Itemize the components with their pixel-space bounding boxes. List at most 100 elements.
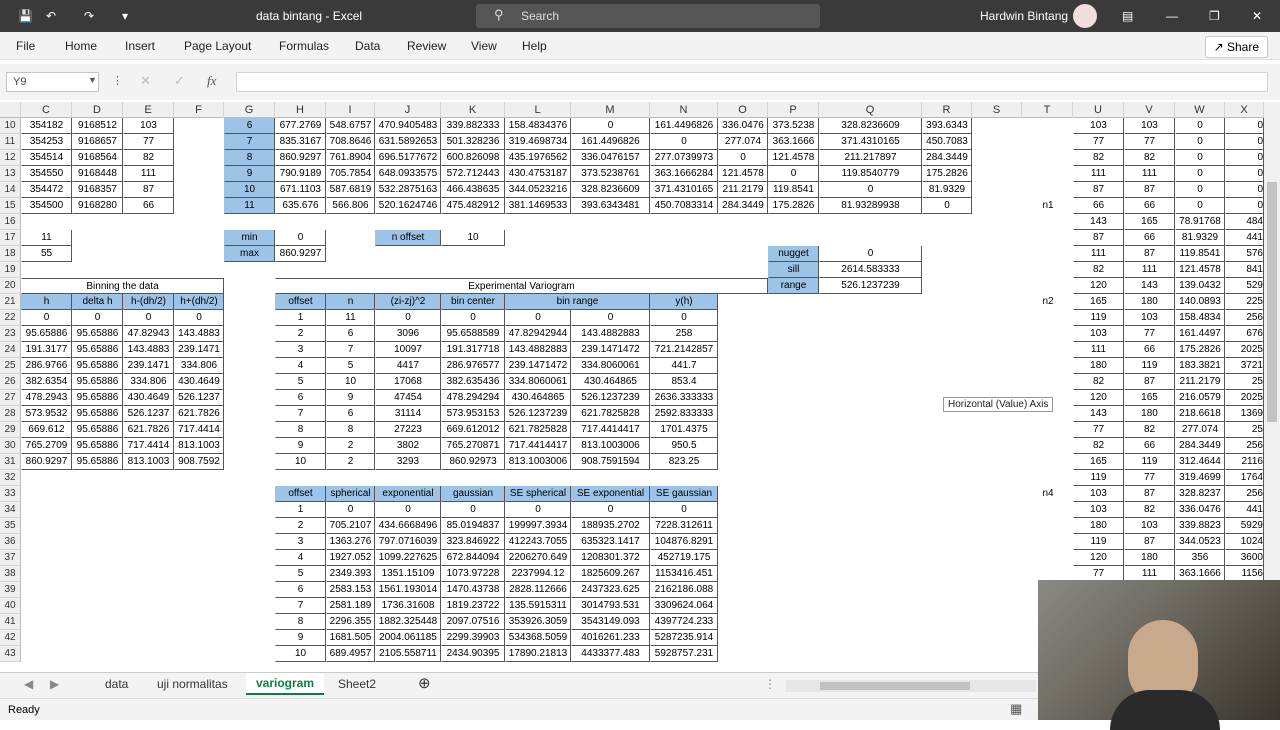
cell-m38[interactable]: 1825609.267 (571, 566, 650, 582)
cell-l23[interactable]: 47.82942944 (505, 326, 571, 342)
cell-i12[interactable]: 761.8904 (326, 150, 375, 166)
row-header-11[interactable]: 11 (0, 134, 21, 150)
model-header[interactable]: SE exponential (571, 486, 650, 502)
cell-k14[interactable]: 466.438635 (441, 182, 505, 198)
column-header-k[interactable]: K (441, 102, 505, 118)
cell-l22[interactable]: 0 (505, 310, 571, 326)
close-icon[interactable]: ✕ (1252, 0, 1262, 32)
range-label[interactable]: range (768, 278, 819, 294)
cell-w17[interactable]: 81.9329 (1175, 230, 1225, 246)
cell-x34[interactable]: 441 (1225, 502, 1264, 518)
cell-x18[interactable]: 576 (1225, 246, 1264, 262)
cell-e11[interactable]: 77 (123, 134, 174, 150)
cell-n25[interactable]: 441.7 (650, 358, 718, 374)
row-header-32[interactable]: 32 (0, 470, 21, 486)
cell-i10[interactable]: 548.6757 (326, 118, 375, 134)
row-header-43[interactable]: 43 (0, 646, 21, 662)
cell-w37[interactable]: 356 (1175, 550, 1225, 566)
cell-x24[interactable]: 2025 (1225, 342, 1264, 358)
column-header-u[interactable]: U (1073, 102, 1124, 118)
cell-o13[interactable]: 121.4578 (718, 166, 768, 182)
cell-c10[interactable]: 354182 (21, 118, 72, 134)
tab-split-icon[interactable]: ⋮ (764, 677, 776, 691)
cell-w32[interactable]: 319.4699 (1175, 470, 1225, 486)
cell-h23[interactable]: 2 (275, 326, 326, 342)
row-header-19[interactable]: 19 (0, 262, 21, 278)
cell-k40[interactable]: 1819.23722 (441, 598, 505, 614)
cell-g12[interactable]: 8 (224, 150, 275, 166)
cell-l25[interactable]: 239.1471472 (505, 358, 571, 374)
cell-m35[interactable]: 188935.2702 (571, 518, 650, 534)
cell-h38[interactable]: 5 (275, 566, 326, 582)
cell-k39[interactable]: 1470.43738 (441, 582, 505, 598)
cell-m26[interactable]: 430.464865 (571, 374, 650, 390)
cell-f27[interactable]: 526.1237 (174, 390, 224, 406)
cell-m27[interactable]: 526.1237239 (571, 390, 650, 406)
cell-u23[interactable]: 103 (1073, 326, 1124, 342)
cell-u26[interactable]: 82 (1073, 374, 1124, 390)
cell-v17[interactable]: 66 (1124, 230, 1175, 246)
more-options-icon[interactable]: ⋮ (112, 74, 123, 87)
cell-j10[interactable]: 470.9405483 (375, 118, 441, 134)
row-header-22[interactable]: 22 (0, 310, 21, 326)
row-header-31[interactable]: 31 (0, 454, 21, 470)
cell-m30[interactable]: 813.1003006 (571, 438, 650, 454)
binning-header[interactable]: h+(dh/2) (174, 294, 224, 310)
cell-h41[interactable]: 8 (275, 614, 326, 630)
cell-e31[interactable]: 813.1003 (123, 454, 174, 470)
sill-value[interactable]: 2614.583333 (819, 262, 922, 278)
cell-o12[interactable]: 0 (718, 150, 768, 166)
cell-n34[interactable]: 0 (650, 502, 718, 518)
cell-m39[interactable]: 2437323.625 (571, 582, 650, 598)
row-header-21[interactable]: 21 (0, 294, 21, 310)
cell-n41[interactable]: 4397724.233 (650, 614, 718, 630)
column-header-r[interactable]: R (922, 102, 972, 118)
name-box[interactable]: Y9 (6, 72, 99, 92)
cell-h37[interactable]: 4 (275, 550, 326, 566)
cell-k22[interactable]: 0 (441, 310, 505, 326)
row-header-42[interactable]: 42 (0, 630, 21, 646)
cell-c17[interactable]: 11 (21, 230, 72, 246)
cell-n24[interactable]: 721.2142857 (650, 342, 718, 358)
redo-icon[interactable]: ↷ (84, 0, 94, 32)
cell-e22[interactable]: 0 (123, 310, 174, 326)
cell-i39[interactable]: 2583.153 (326, 582, 375, 598)
cell-d28[interactable]: 95.65886 (72, 406, 123, 422)
cell-w16[interactable]: 78.91768 (1175, 214, 1225, 230)
ribbon-display-icon[interactable]: ▤ (1122, 0, 1133, 32)
next-sheet-icon[interactable]: ▶ (50, 677, 59, 691)
binning-header[interactable]: delta h (72, 294, 123, 310)
column-header-e[interactable]: E (123, 102, 174, 118)
column-header-g[interactable]: G (224, 102, 275, 118)
cell-i37[interactable]: 1927.052 (326, 550, 375, 566)
cell-l41[interactable]: 353926.3059 (505, 614, 571, 630)
cell-v34[interactable]: 82 (1124, 502, 1175, 518)
cell-u18[interactable]: 111 (1073, 246, 1124, 262)
variogram-title[interactable]: Experimental Variogram (275, 278, 768, 294)
cell-u27[interactable]: 120 (1073, 390, 1124, 406)
cell-u24[interactable]: 111 (1073, 342, 1124, 358)
variogram-header[interactable]: y(h) (650, 294, 718, 310)
cell-i29[interactable]: 8 (326, 422, 375, 438)
cell-x21[interactable]: 225 (1225, 294, 1264, 310)
cell-e27[interactable]: 430.4649 (123, 390, 174, 406)
cell-g13[interactable]: 9 (224, 166, 275, 182)
cell-m11[interactable]: 161.4496826 (571, 134, 650, 150)
cell-c13[interactable]: 354550 (21, 166, 72, 182)
cell-l43[interactable]: 17890.21813 (505, 646, 571, 662)
select-all-corner[interactable] (0, 102, 21, 118)
cell-j23[interactable]: 3096 (375, 326, 441, 342)
cell-k35[interactable]: 85.0194837 (441, 518, 505, 534)
binning-title[interactable]: Binning the data (21, 278, 224, 294)
row-header-30[interactable]: 30 (0, 438, 21, 454)
cell-n31[interactable]: 823.25 (650, 454, 718, 470)
cell-w28[interactable]: 218.6618 (1175, 406, 1225, 422)
tab-formulas[interactable]: Formulas (279, 39, 329, 53)
cell-w14[interactable]: 0 (1175, 182, 1225, 198)
cell-x10[interactable]: 0 (1225, 118, 1264, 134)
cell-q13[interactable]: 119.8540779 (819, 166, 922, 182)
cell-i43[interactable]: 689.4957 (326, 646, 375, 662)
row-header-27[interactable]: 27 (0, 390, 21, 406)
cell-k31[interactable]: 860.92973 (441, 454, 505, 470)
cell-x11[interactable]: 0 (1225, 134, 1264, 150)
